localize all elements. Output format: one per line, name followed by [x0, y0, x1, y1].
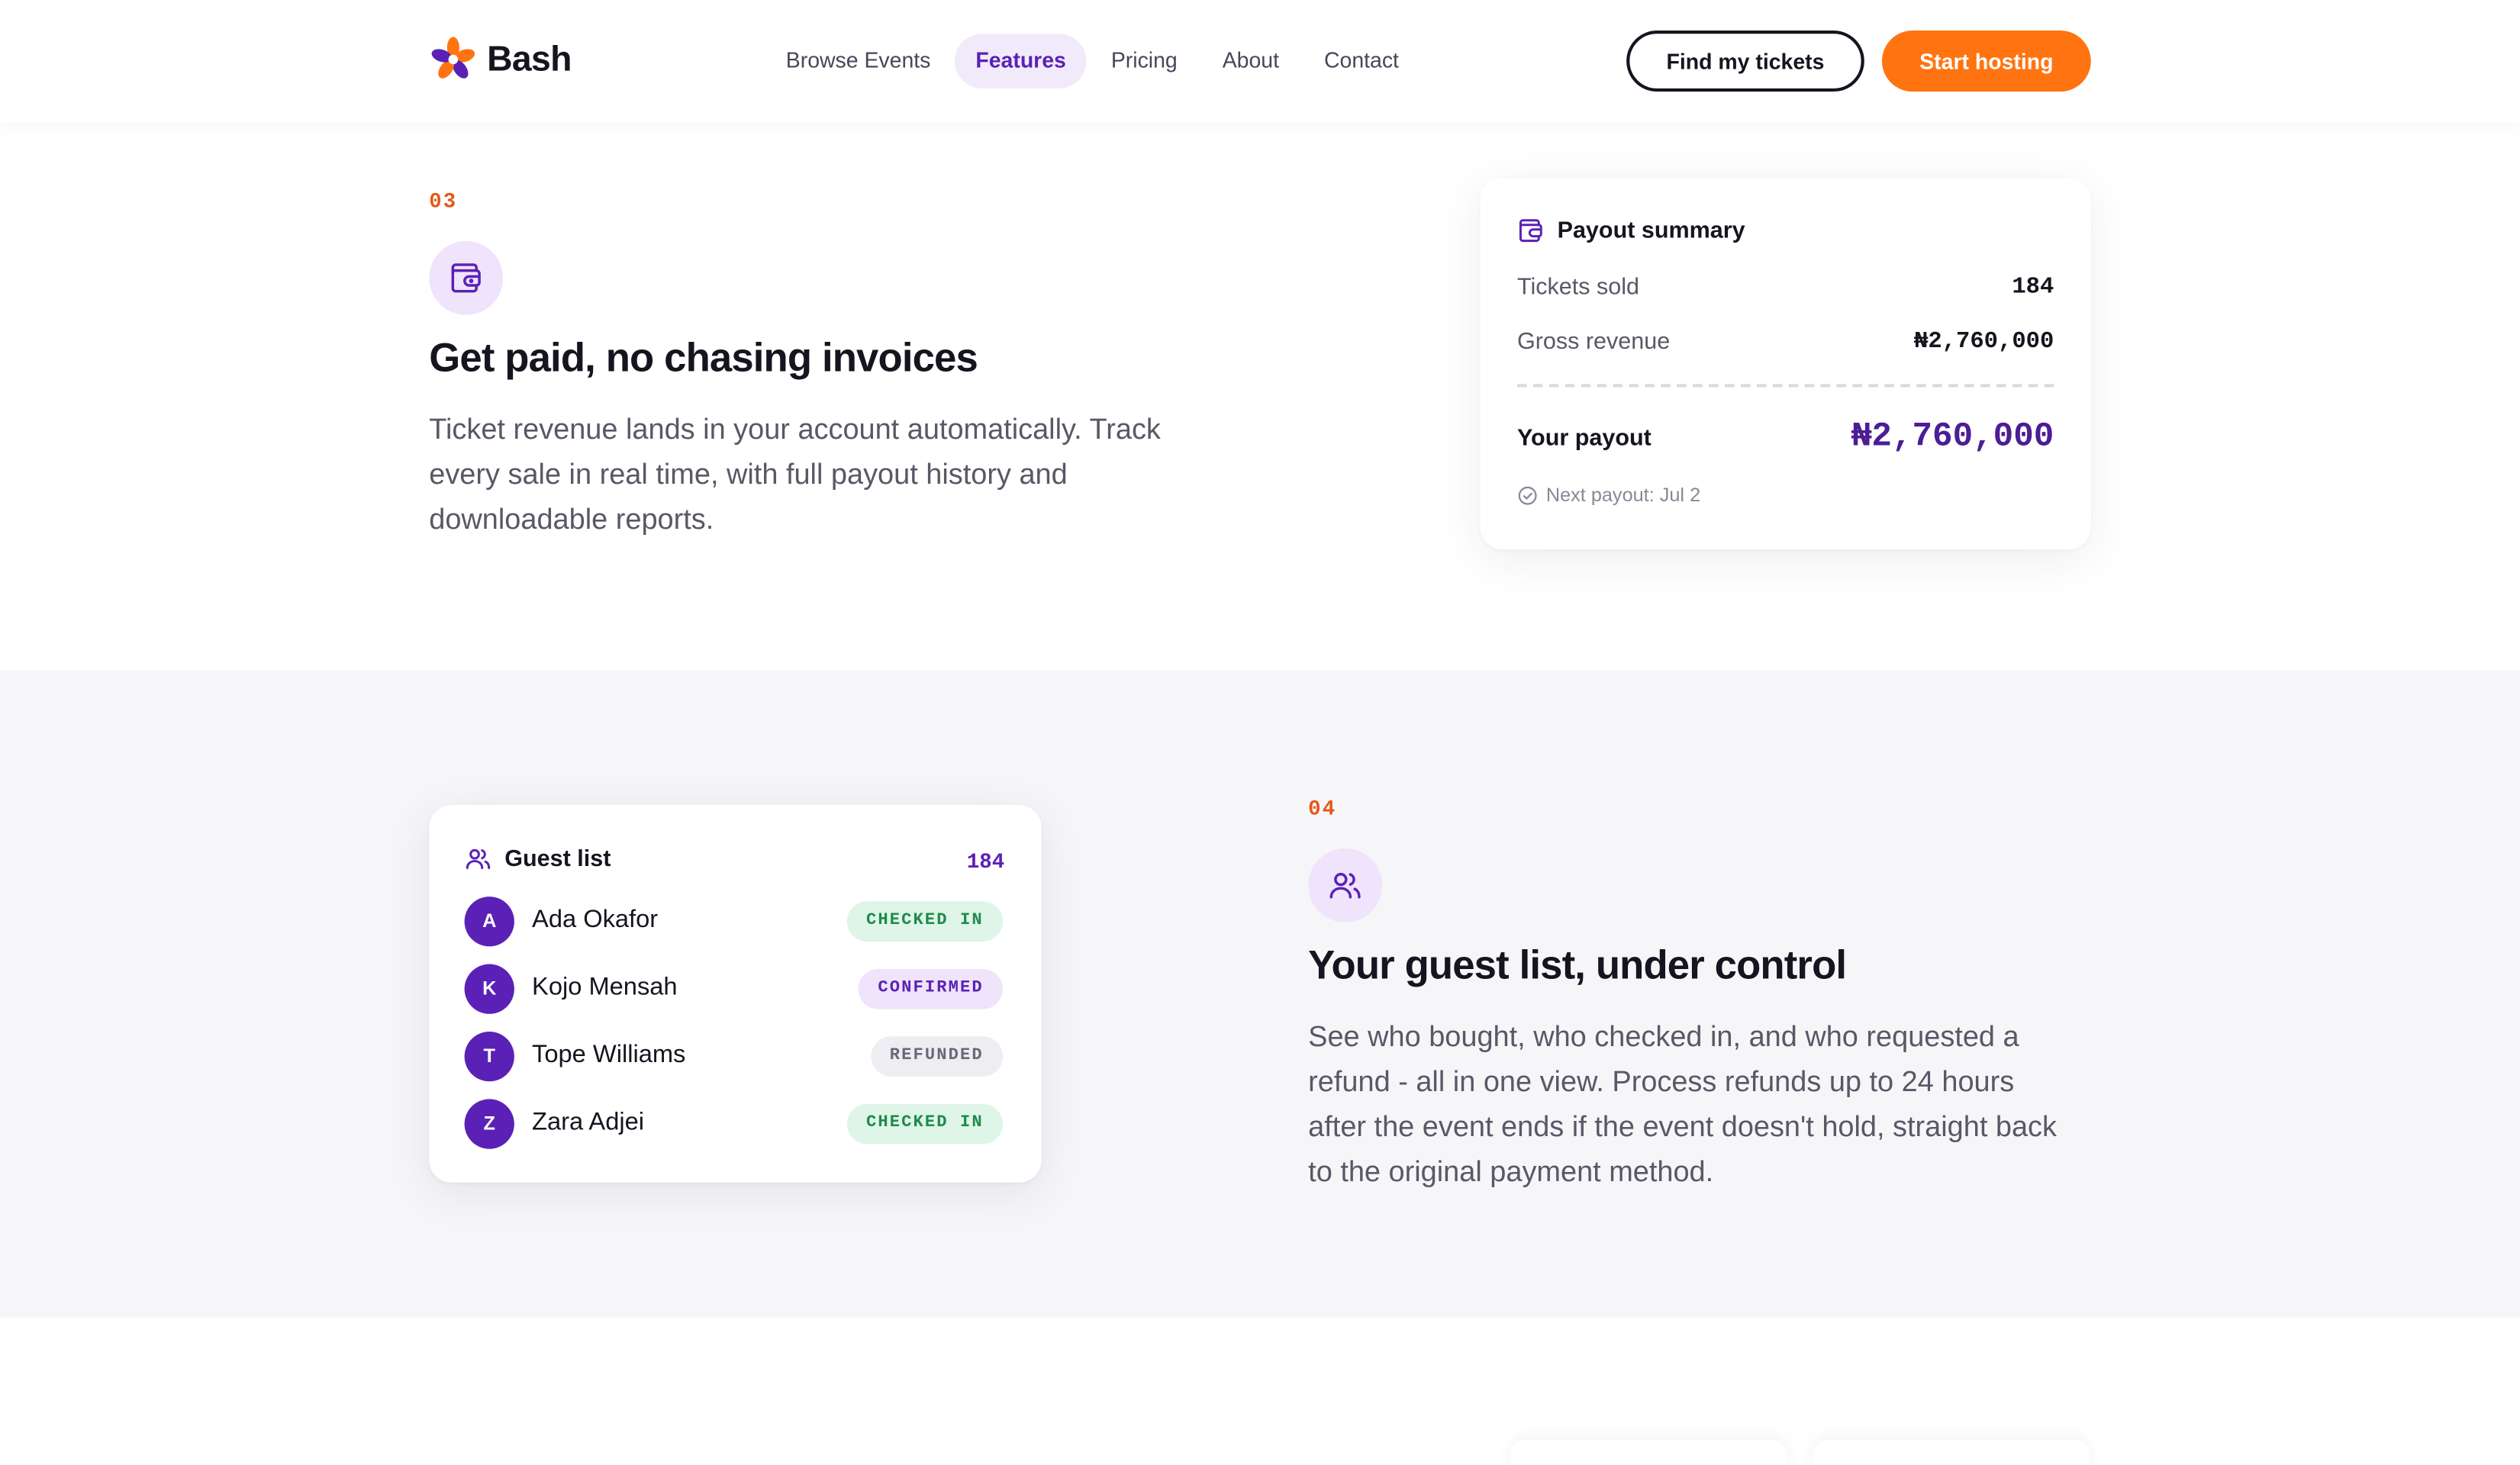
- gross-revenue-value: ₦2,760,000: [1914, 329, 2054, 356]
- wallet-icon: [451, 263, 481, 293]
- bash-flower-icon: [431, 37, 475, 79]
- guest-name: Ada Okafor: [532, 906, 659, 934]
- main-nav: Browse Events Features Pricing About Con…: [765, 34, 1420, 89]
- card-title: Payout summary: [1557, 217, 1745, 244]
- guest-count: 184: [966, 850, 1005, 874]
- users-icon: [1329, 872, 1361, 899]
- guest-name: Kojo Mensah: [532, 974, 678, 1001]
- status-badge: CHECKED IN: [846, 900, 1004, 941]
- page: Bash Browse Events Features Pricing Abou…: [0, 0, 2520, 1465]
- avatar: T: [464, 1030, 514, 1081]
- nav-link-contact[interactable]: Contact: [1304, 34, 1420, 89]
- nav-link-features[interactable]: Features: [954, 34, 1088, 89]
- guest-row[interactable]: A Ada Okafor CHECKED IN: [464, 895, 1004, 946]
- status-badge: CONFIRMED: [859, 968, 1004, 1009]
- avatar: A: [464, 896, 514, 946]
- avatar: K: [464, 963, 514, 1013]
- nav-link-browse-events[interactable]: Browse Events: [765, 34, 951, 89]
- guest-row[interactable]: K Kojo Mensah CONFIRMED: [464, 962, 1004, 1013]
- feature-number: 04: [1308, 797, 1337, 822]
- brand-name: Bash: [487, 38, 572, 79]
- users-icon: [466, 848, 491, 870]
- feature-icon-badge: [429, 240, 504, 315]
- card-header: Guest list: [465, 845, 611, 873]
- tickets-sold-value: 184: [2012, 275, 2054, 301]
- divider: [1516, 384, 2054, 388]
- next-section-card: [1510, 1439, 1787, 1465]
- tickets-sold-label: Tickets sold: [1516, 275, 1640, 301]
- feature-description: Ticket revenue lands in your account aut…: [429, 413, 1161, 536]
- find-my-tickets-button[interactable]: Find my tickets: [1626, 31, 1864, 92]
- card-title: Guest list: [504, 845, 611, 872]
- guest-row[interactable]: T Tope Williams REFUNDED: [464, 1030, 1004, 1081]
- nav-link-about[interactable]: About: [1201, 34, 1300, 89]
- brand-logo[interactable]: Bash: [429, 35, 572, 83]
- start-hosting-button[interactable]: Start hosting: [1881, 31, 2091, 92]
- feature-title: Your guest list, under control: [1308, 943, 1847, 989]
- status-badge: CHECKED IN: [846, 1103, 1004, 1144]
- feature-number: 03: [429, 189, 458, 214]
- payout-summary-card: Payout summary Tickets sold 184 Gross re…: [1480, 178, 2091, 550]
- feature-description: See who bought, who checked in, and who …: [1308, 1020, 2057, 1188]
- status-badge: REFUNDED: [870, 1035, 1004, 1076]
- your-payout-label: Your payout: [1516, 426, 1652, 452]
- next-section-card: [1813, 1439, 2090, 1465]
- check-circle-icon: [1518, 485, 1537, 504]
- top-navbar: Bash Browse Events Features Pricing Abou…: [0, 0, 2520, 123]
- next-payout-note: Next payout: Jul 2: [1517, 484, 1700, 506]
- feature-title: Get paid, no chasing invoices: [429, 336, 978, 382]
- nav-link-pricing[interactable]: Pricing: [1090, 34, 1198, 89]
- guest-list-card: Guest list 184 A Ada Okafor CHECKED IN K…: [429, 805, 1042, 1183]
- card-header: Payout summary: [1517, 217, 1745, 244]
- feature-guests-section: Guest list 184 A Ada Okafor CHECKED IN K…: [0, 670, 2520, 1318]
- feature-icon-badge: [1308, 848, 1383, 922]
- guest-name: Zara Adjei: [532, 1109, 645, 1136]
- gross-revenue-label: Gross revenue: [1516, 329, 1671, 356]
- your-payout-value: ₦2,760,000: [1851, 419, 2054, 457]
- guest-name: Tope Williams: [532, 1041, 686, 1069]
- wallet-icon: [1519, 219, 1542, 243]
- next-payout-text: Next payout: Jul 2: [1545, 483, 1701, 507]
- guest-row[interactable]: Z Zara Adjei CHECKED IN: [464, 1097, 1004, 1148]
- avatar: Z: [464, 1098, 514, 1148]
